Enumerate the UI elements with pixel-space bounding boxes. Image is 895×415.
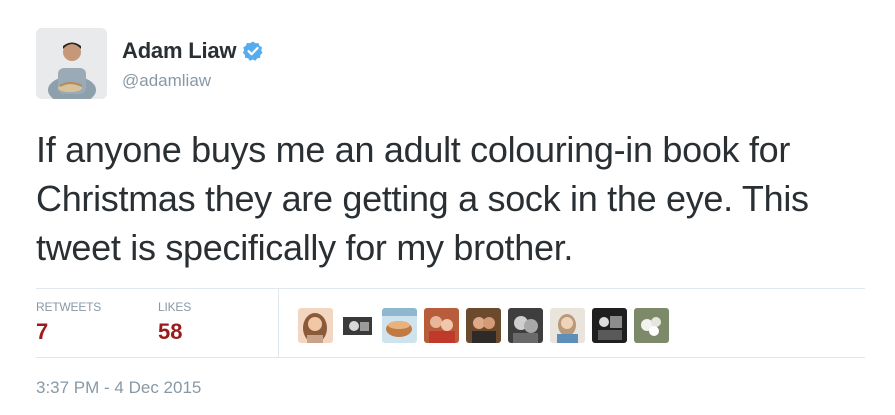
retweets-label: RETWEETS <box>36 300 102 314</box>
likes-count: 58 <box>158 319 183 344</box>
verified-badge-icon <box>242 40 264 62</box>
retweets-stat[interactable]: RETWEETS 7 <box>36 300 101 345</box>
author-handle[interactable]: @adamliaw <box>122 71 211 91</box>
author-display-name[interactable]: Adam Liaw <box>122 38 237 64</box>
divider-bottom <box>36 357 865 358</box>
retweets-count: 7 <box>36 319 49 344</box>
liker-avatar[interactable] <box>340 308 375 343</box>
liker-avatar[interactable] <box>382 308 417 343</box>
likes-label: LIKES <box>158 300 192 314</box>
liker-avatar[interactable] <box>508 308 543 343</box>
likes-stat[interactable]: LIKES 58 <box>158 300 191 345</box>
tweet-card: Adam Liaw @adamliaw If anyone buys me an… <box>0 0 895 415</box>
liker-avatar[interactable] <box>466 308 501 343</box>
liker-avatar[interactable] <box>424 308 459 343</box>
avatar-photo <box>36 28 107 99</box>
liker-avatar[interactable] <box>634 308 669 343</box>
liker-avatar[interactable] <box>592 308 627 343</box>
stats-divider <box>278 288 279 357</box>
author-avatar[interactable] <box>36 28 107 99</box>
tweet-timestamp[interactable]: 3:37 PM - 4 Dec 2015 <box>36 378 201 398</box>
tweet-text: If anyone buys me an adult colouring-in … <box>36 129 809 268</box>
likers-avatars <box>298 308 669 343</box>
divider-top <box>36 288 865 289</box>
liker-avatar[interactable] <box>298 308 333 343</box>
liker-avatar[interactable] <box>550 308 585 343</box>
author-name-row: Adam Liaw <box>122 38 264 64</box>
